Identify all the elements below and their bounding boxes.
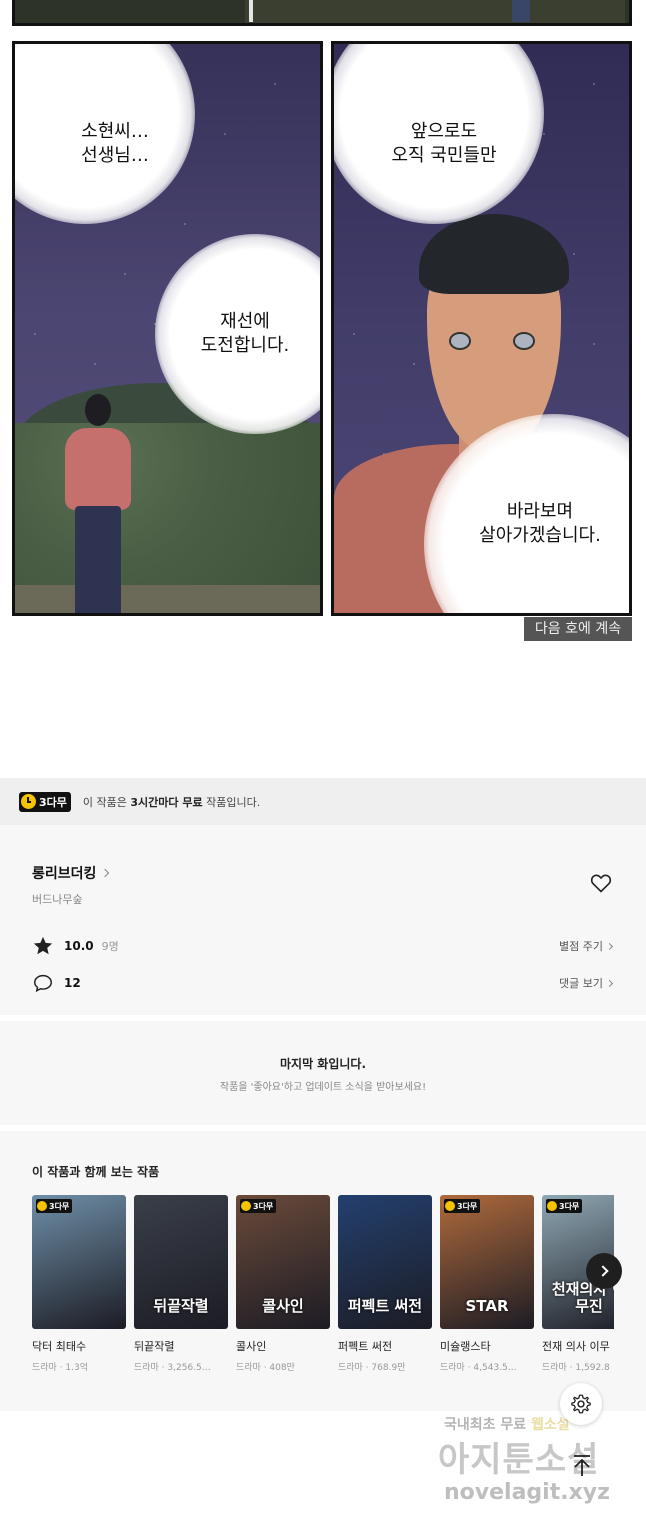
clock-icon <box>445 1201 455 1211</box>
thumbnail-title-art: 뒤끝작렬 <box>153 1297 209 1315</box>
comic-panel-top <box>12 0 632 26</box>
recommendation-thumbnail: 뒤끝작렬 <box>134 1195 228 1329</box>
last-episode-title: 마지막 화입니다. <box>279 1057 367 1071</box>
recommendation-meta: 드라마 · 768.9만 <box>338 1363 406 1373</box>
settings-button[interactable] <box>560 1383 602 1425</box>
chevron-right-icon <box>605 942 614 950</box>
free-banner: 3다무 이 작품은 3시간마다 무료 작품입니다. <box>0 778 646 825</box>
recommendation-meta: 드라마 · 3,256.5… <box>134 1363 211 1373</box>
free-badge: 3다무 <box>19 791 71 812</box>
to-be-continued-label: 다음 호에 계속 <box>524 617 632 641</box>
recommendation-card[interactable]: 뒤끝작렬 뒤끝작렬 드라마 · 3,256.5… <box>134 1195 228 1373</box>
rating-value: 10.0 <box>64 939 94 953</box>
man-figure <box>59 394 137 613</box>
heart-icon <box>590 874 612 893</box>
chevron-right-icon <box>596 1265 609 1277</box>
recommendation-title: 닥터 최태수 <box>32 1340 87 1353</box>
carousel-next-button[interactable] <box>586 1253 622 1289</box>
recommendation-thumbnail: 3다무 <box>32 1195 126 1329</box>
work-author: 버드나무숲 <box>32 893 83 906</box>
recommendation-thumbnail: 콜사인 3다무 <box>236 1195 330 1329</box>
recommendations-section: 이 작품과 함께 보는 작품 3다무 닥터 최태수 드라마 · 1.3억 뒤끝작렬 뒤끝… <box>0 1131 646 1411</box>
recommendation-title: 미슐랭스타 <box>440 1340 491 1353</box>
star-icon <box>33 936 53 955</box>
recommendation-thumbnail: STAR 3다무 <box>440 1195 534 1329</box>
like-button[interactable] <box>589 871 613 895</box>
arrow-up-icon <box>574 1455 590 1476</box>
clock-icon <box>37 1201 47 1211</box>
clock-icon <box>241 1201 251 1211</box>
recommendation-title: 전재 의사 이무 <box>542 1340 610 1353</box>
recommendation-card[interactable]: 3다무닥터 최태수드라마 · 1.3억 <box>32 1195 126 1373</box>
clock-icon <box>21 794 36 809</box>
gear-icon <box>571 1394 591 1414</box>
free-badge: 3다무 <box>444 1199 481 1213</box>
thumbnail-title-art: 콜사인 <box>262 1297 304 1315</box>
rating-row: 10.0 9명 <box>32 935 119 957</box>
chevron-right-icon <box>101 868 110 878</box>
work-title-link[interactable]: 롱리브더킹 <box>32 863 110 883</box>
work-info: 롱리브더킹 버드나무숲 10.0 9명 별점 주기 12 댓글 보기 <box>0 825 646 1015</box>
recommendations-list[interactable]: 3다무 닥터 최태수 드라마 · 1.3억 뒤끝작렬 뒤끝작렬 드라마 · 3,256.5… <box>32 1195 614 1385</box>
recommendation-title: 콜사인 <box>236 1340 267 1353</box>
speech-text: 앞으로도 오직 국민들만 <box>391 121 497 166</box>
comment-icon <box>34 974 52 993</box>
last-episode-notice: 마지막 화입니다. 작품을 '좋아요'하고 업데이트 소식을 받아보세요! <box>0 1021 646 1125</box>
comic-panel-left: 소현씨… 선생님… 재선에 도전합니다. <box>12 41 323 616</box>
watermark: 국내최초 무료 웹소설 아지툰소설 novelagit.xyz <box>438 1417 610 1505</box>
recommendation-card[interactable]: STAR 3다무미슐랭스타드라마 · 4,543.5… <box>440 1195 534 1373</box>
recommendation-card[interactable]: 콜사인 3다무콜사인드라마 · 408만 <box>236 1195 330 1373</box>
recommendation-meta: 드라마 · 4,543.5… <box>440 1363 517 1373</box>
recommendation-title: 뒤끝작렬 <box>134 1340 175 1353</box>
last-episode-subtitle: 작품을 '좋아요'하고 업데이트 소식을 받아보세요! <box>219 1082 427 1093</box>
free-badge: 3다무 <box>546 1199 583 1213</box>
comment-row: 12 <box>32 972 81 994</box>
speech-text: 소현씨… 선생님… <box>81 121 149 166</box>
viewer-page: 소현씨… 선생님… 재선에 도전합니다. 앞으로도 오직 국민들만 바라보며 살… <box>0 0 646 1527</box>
recommendation-thumbnail: 퍼펙트 써전 <box>338 1195 432 1329</box>
rating-count: 9명 <box>101 940 119 953</box>
free-badge: 3다무 <box>240 1199 277 1213</box>
free-banner-text: 이 작품은 3시간마다 무료 작품입니다. <box>82 795 261 809</box>
recommendation-meta: 드라마 · 1.3억 <box>32 1363 89 1373</box>
free-badge: 3다무 <box>36 1199 73 1213</box>
chevron-right-icon <box>605 979 614 987</box>
thumbnail-title-art: 퍼펙트 써전 <box>347 1297 423 1315</box>
clock-icon <box>547 1201 557 1211</box>
comic-panel-right: 앞으로도 오직 국민들만 바라보며 살아가겠습니다. <box>331 41 632 616</box>
comic-image: 소현씨… 선생님… 재선에 도전합니다. 앞으로도 오직 국민들만 바라보며 살… <box>0 0 646 650</box>
recommendation-meta: 드라마 · 1,592.8 <box>542 1363 610 1373</box>
speech-text: 재선에 도전합니다. <box>200 311 290 356</box>
comment-count: 12 <box>64 976 81 990</box>
recommendation-title: 퍼펙트 써전 <box>338 1340 393 1353</box>
recommendation-card[interactable]: 퍼펙트 써전 퍼펙트 써전 드라마 · 768.9만 <box>338 1195 432 1373</box>
speech-text: 바라보며 살아가겠습니다. <box>479 501 601 546</box>
recommendations-heading: 이 작품과 함께 보는 작품 <box>32 1165 160 1179</box>
view-comments-button[interactable]: 댓글 보기 <box>559 975 614 991</box>
scroll-top-button[interactable] <box>562 1446 602 1486</box>
work-title: 롱리브더킹 <box>32 866 97 882</box>
thumbnail-title-art: STAR <box>465 1297 509 1315</box>
recommendation-meta: 드라마 · 408만 <box>236 1363 295 1373</box>
rate-button[interactable]: 별점 주기 <box>559 938 614 954</box>
